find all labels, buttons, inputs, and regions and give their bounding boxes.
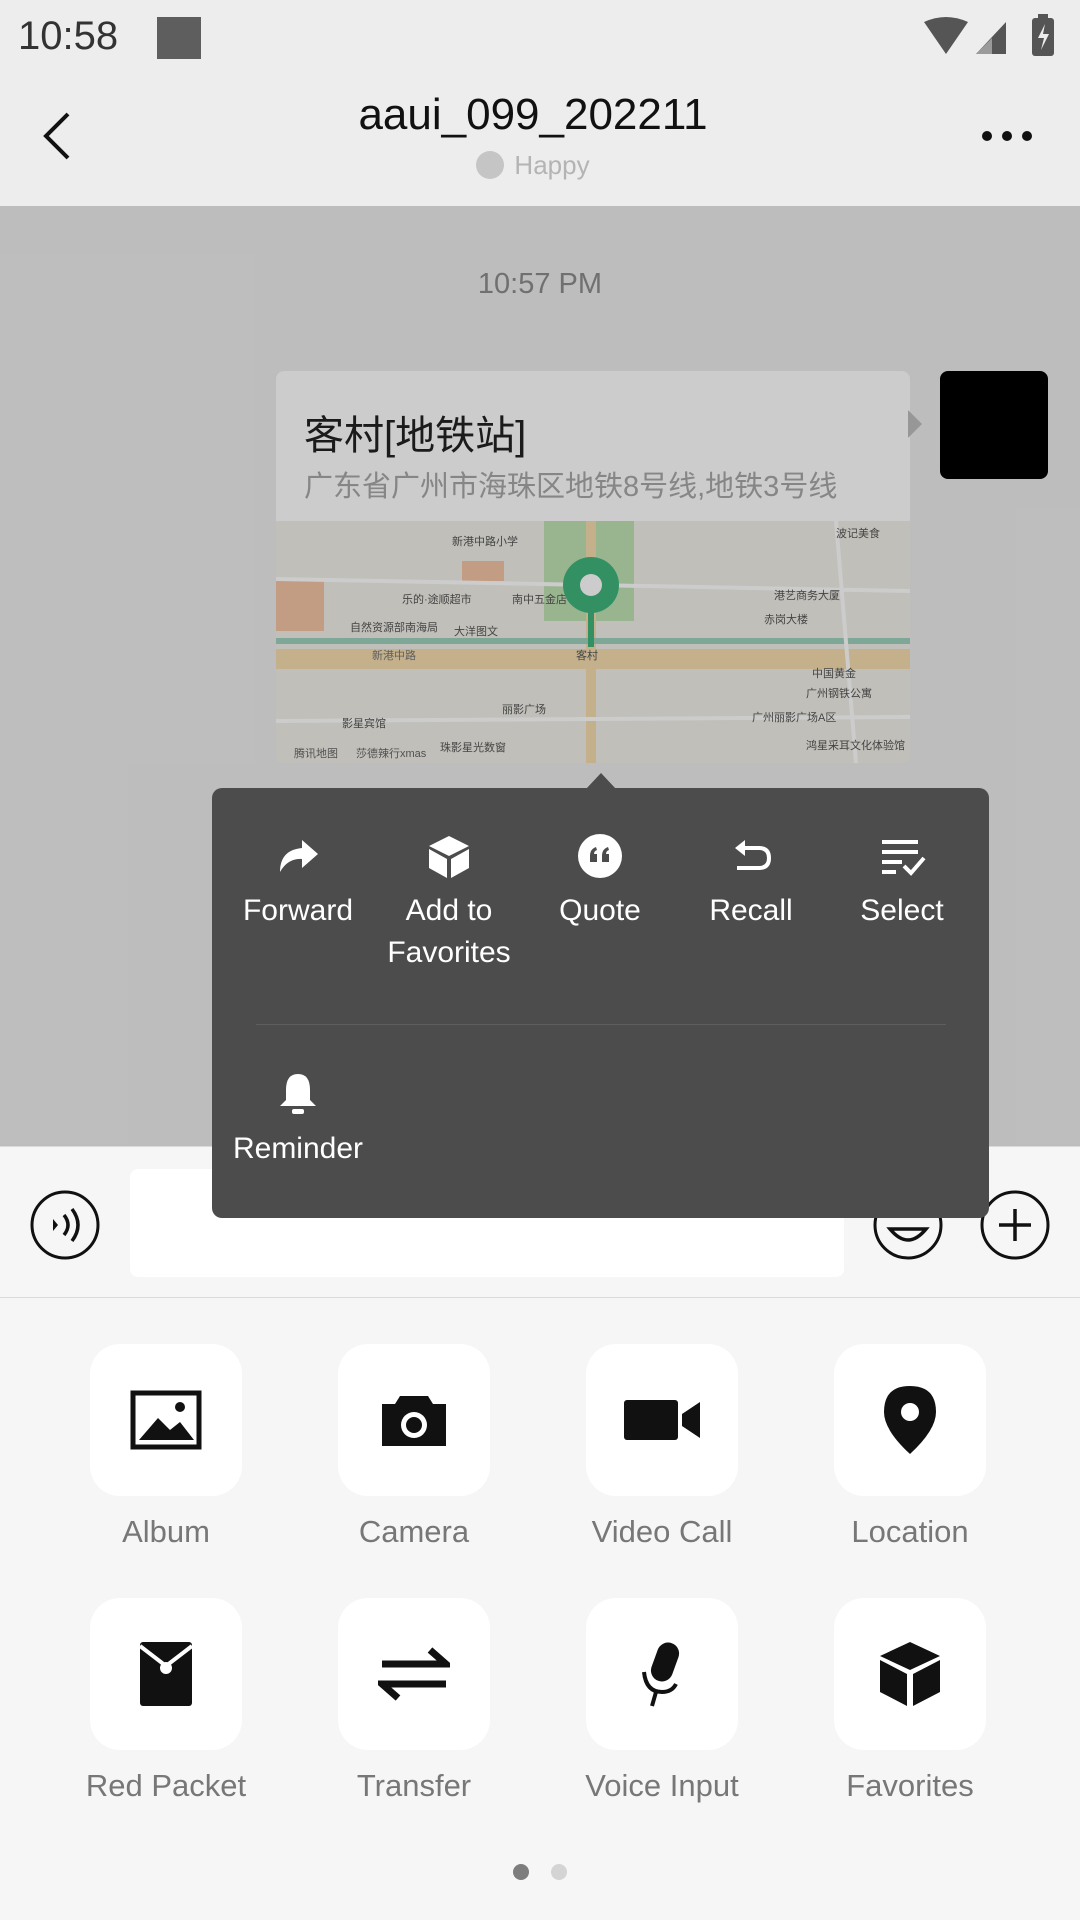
tile-label: Camera (358, 1514, 470, 1549)
red-packet-icon (138, 1642, 194, 1706)
menu-item-label: Add to Favorites (387, 894, 511, 969)
menu-item-label: Select (860, 894, 944, 927)
panel-item-favorites[interactable]: Favorites (800, 1598, 1020, 1804)
panel-item-album[interactable]: Album (56, 1344, 276, 1550)
panel-item-transfer[interactable]: Transfer (304, 1598, 524, 1804)
page-indicator (0, 1864, 1080, 1885)
transfer-icon (378, 1647, 450, 1701)
chat-header: aaui_099_202211 Happy (0, 76, 1080, 206)
cube-icon (429, 836, 469, 878)
menu-item-add-to-favorites[interactable]: Add to Favorites (374, 832, 524, 974)
undo-icon (735, 840, 772, 870)
voice-mode-icon[interactable] (29, 1189, 101, 1261)
tile-label: Album (122, 1514, 210, 1549)
status-bar: 10:58 (0, 0, 1080, 76)
menu-item-forward[interactable]: Forward (223, 832, 373, 932)
tile-box[interactable] (586, 1344, 738, 1496)
tile-box[interactable] (834, 1598, 986, 1750)
battery-icon (1032, 14, 1054, 56)
page-dot-active[interactable] (513, 1864, 529, 1880)
video-camera-icon (624, 1400, 700, 1440)
tile-box[interactable] (586, 1598, 738, 1750)
microphone-icon (642, 1642, 680, 1707)
status-text: Happy (514, 150, 590, 180)
chat-title: aaui_099_202211 (358, 90, 708, 139)
select-list-icon (882, 840, 926, 876)
bell-icon (280, 1074, 316, 1114)
page-dot[interactable] (551, 1864, 567, 1880)
image-icon (130, 1390, 202, 1450)
panel-item-video-call[interactable]: Video Call (552, 1344, 772, 1550)
menu-item-recall[interactable]: Recall (676, 832, 826, 932)
panel-item-camera[interactable]: Camera (304, 1344, 524, 1550)
plus-icon[interactable] (979, 1189, 1051, 1261)
more-options-icon[interactable] (972, 116, 1042, 156)
menu-item-label: Recall (709, 894, 793, 927)
status-time: 10:58 (18, 14, 119, 58)
tile-box[interactable] (338, 1344, 490, 1496)
menu-item-label: Forward (242, 894, 354, 927)
panel-item-voice-input[interactable]: Voice Input (552, 1598, 772, 1804)
tile-label: Transfer (356, 1768, 472, 1803)
contact-status: Happy (0, 150, 1066, 181)
menu-item-label: Quote (559, 894, 641, 927)
tile-box[interactable] (338, 1598, 490, 1750)
tile-box[interactable] (834, 1344, 986, 1496)
quote-icon (578, 834, 622, 878)
camera-icon (382, 1396, 446, 1446)
menu-item-select[interactable]: Select (827, 832, 977, 932)
panel-item-red-packet[interactable]: Red Packet (56, 1598, 276, 1804)
status-icons (924, 14, 1054, 56)
panel-item-location[interactable]: Location (800, 1344, 1020, 1550)
notification-icon (157, 17, 201, 59)
smile-icon (476, 151, 505, 179)
wifi-icon (924, 17, 968, 54)
tile-label: Location (851, 1514, 969, 1549)
attachment-panel: Album Camera Video Call Location Red Pac… (0, 1298, 1080, 1920)
tile-label: Video Call (591, 1514, 733, 1549)
tile-box[interactable] (90, 1344, 242, 1496)
message-context-menu: Forward Add to Favorites Quote Recall Se… (212, 788, 989, 1218)
menu-item-reminder[interactable]: Reminder (223, 1070, 373, 1170)
menu-arrow (586, 773, 616, 789)
tile-label: Favorites (846, 1768, 974, 1803)
location-pin-icon (884, 1386, 936, 1454)
cube-icon (880, 1642, 940, 1706)
forward-icon (280, 840, 318, 872)
menu-item-label: Reminder (232, 1132, 364, 1165)
tile-label: Red Packet (85, 1768, 247, 1803)
menu-item-quote[interactable]: Quote (525, 832, 675, 932)
tile-box[interactable] (90, 1598, 242, 1750)
menu-divider (256, 1024, 946, 1025)
tile-label: Voice Input (585, 1768, 739, 1803)
